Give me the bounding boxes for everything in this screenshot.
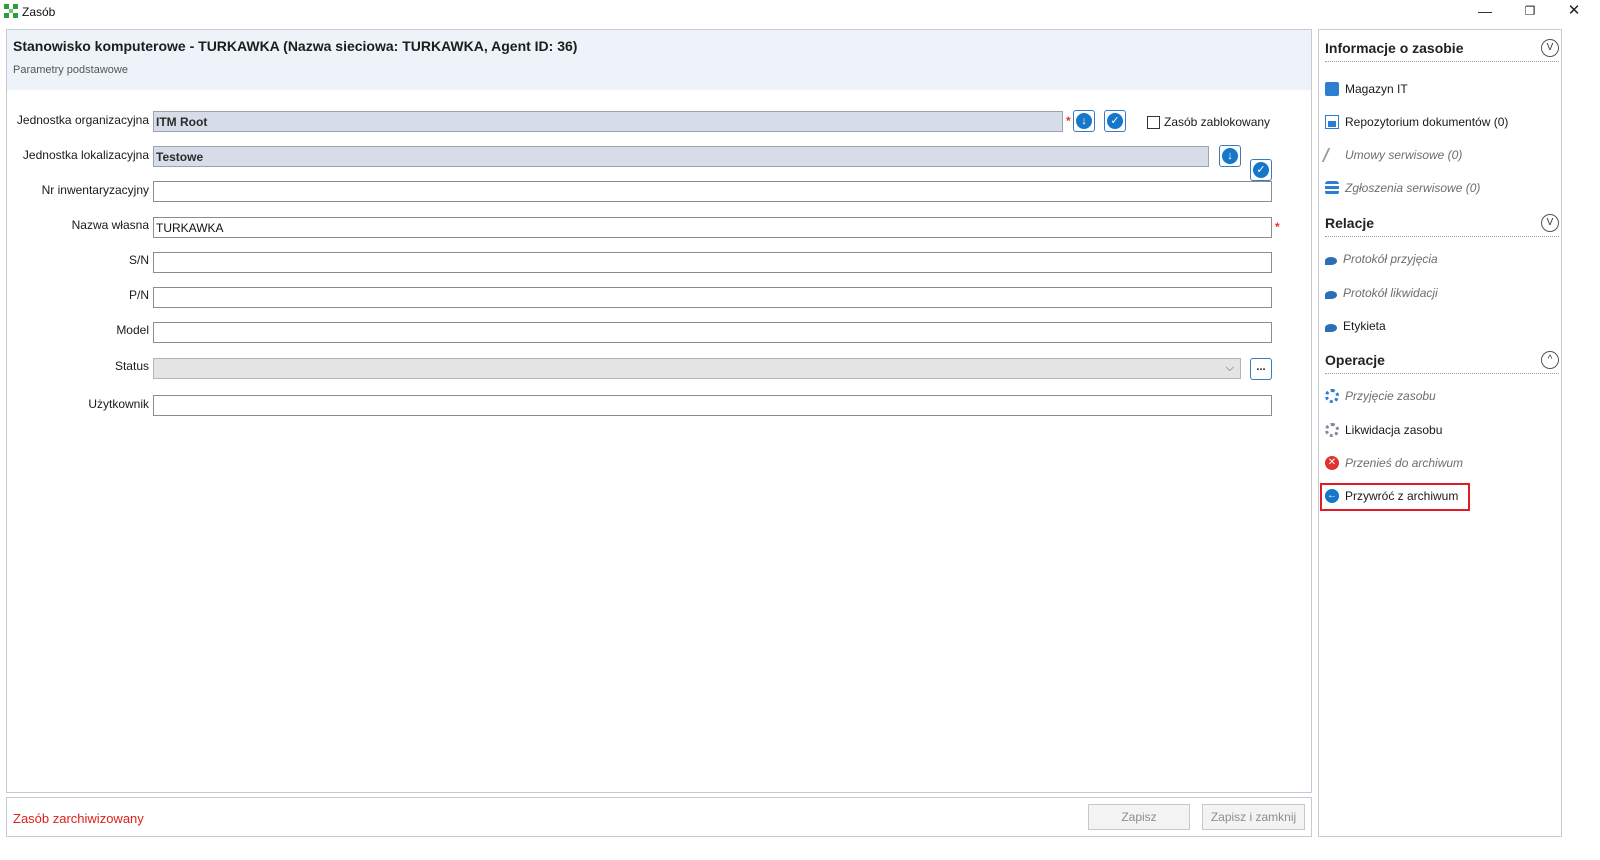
side-item-documents[interactable]: Repozytorium dokumentów (0) — [1325, 112, 1508, 132]
model-label: Model — [116, 323, 149, 337]
side-item-move-to-archive[interactable]: ✕ Przenieś do archiwum — [1325, 453, 1463, 473]
part-no-label: P/N — [128, 288, 149, 302]
check-icon: ✓ — [1107, 113, 1123, 129]
side-item-label: Zgłoszenia serwisowe (0) — [1345, 181, 1481, 195]
location-unit-label: Jednostka lokalizacyjna — [22, 148, 149, 162]
side-item-label: Przenieś do archiwum — [1345, 456, 1464, 470]
serial-input[interactable] — [153, 252, 1272, 273]
side-item-accept-asset[interactable]: Przyjęcie zasobu — [1325, 386, 1436, 406]
model-input[interactable] — [153, 322, 1272, 343]
arrow-down-icon: ↓ — [1076, 113, 1092, 129]
side-item-liquidate-asset[interactable]: Likwidacja zasobu — [1325, 420, 1442, 440]
collapse-toggle-icon[interactable]: V — [1541, 214, 1559, 232]
own-name-input[interactable]: TURKAWKA — [153, 217, 1272, 238]
info-section-title: Informacje o zasobie — [1325, 40, 1464, 56]
locked-checkbox-row[interactable]: Zasób zablokowany — [1147, 115, 1270, 129]
close-button[interactable]: ✕ — [1552, 0, 1596, 24]
own-name-label: Nazwa własna — [71, 218, 149, 232]
info-section-header[interactable]: Informacje o zasobie V — [1325, 36, 1559, 62]
side-panel: Informacje o zasobie V Magazyn IT Repozy… — [1318, 29, 1562, 837]
side-item-label: Umowy serwisowe (0) — [1345, 148, 1463, 162]
serial-label: S/N — [128, 253, 149, 267]
arrow-down-icon: ↓ — [1222, 148, 1238, 164]
side-item-label: Repozytorium dokumentów (0) — [1345, 115, 1509, 129]
app-logo-icon — [4, 4, 18, 18]
archived-status-text: Zasób zarchiwizowany — [13, 811, 144, 826]
part-no-input[interactable] — [153, 287, 1272, 308]
chevron-down-icon: ⌵ — [1225, 362, 1234, 374]
org-unit-select-button[interactable]: ↓ — [1073, 110, 1095, 132]
bird-icon — [1325, 257, 1337, 265]
check-icon: ✓ — [1253, 162, 1269, 178]
warehouse-icon — [1325, 82, 1339, 96]
status-browse-button[interactable]: ... — [1250, 358, 1272, 380]
minimize-button[interactable]: — — [1463, 0, 1507, 24]
side-item-label-print[interactable]: Etykieta — [1325, 316, 1386, 336]
restore-button[interactable]: ❐ — [1508, 0, 1552, 24]
side-item-liquidation-protocol[interactable]: Protokół likwidacji — [1325, 283, 1438, 303]
location-unit-select-button[interactable]: ↓ — [1219, 145, 1241, 167]
operations-section-title: Operacje — [1325, 352, 1385, 368]
save-and-close-button[interactable]: Zapisz i zamknij — [1202, 804, 1305, 830]
bird-icon — [1325, 324, 1337, 332]
org-unit-confirm-button[interactable]: ✓ — [1104, 110, 1126, 132]
user-label: Użytkownik — [88, 397, 149, 411]
close-circle-icon: ✕ — [1325, 456, 1339, 470]
location-unit-field[interactable]: Testowe — [153, 146, 1209, 167]
user-input[interactable] — [153, 395, 1272, 416]
inventory-no-label: Nr inwentaryzacyjny — [41, 183, 149, 197]
own-name-required-marker: * — [1275, 220, 1280, 234]
org-unit-label: Jednostka organizacyjna — [16, 113, 149, 127]
page-title: Stanowisko komputerowe - TURKAWKA (Nazwa… — [13, 38, 578, 54]
form-footer: Zasób zarchiwizowany Zapisz Zapisz i zam… — [6, 797, 1312, 837]
status-select[interactable]: ⌵ — [153, 358, 1241, 379]
org-unit-required-marker: * — [1066, 114, 1071, 128]
side-item-label: Magazyn IT — [1345, 82, 1408, 96]
asset-form-panel: Stanowisko komputerowe - TURKAWKA (Nazwa… — [6, 29, 1312, 793]
document-icon — [1325, 115, 1339, 129]
relations-section-header[interactable]: Relacje V — [1325, 211, 1559, 237]
gear-icon — [1325, 389, 1339, 403]
expand-toggle-icon[interactable]: ^ — [1541, 351, 1559, 369]
side-item-label: Likwidacja zasobu — [1345, 423, 1443, 437]
relations-section-title: Relacje — [1325, 215, 1375, 231]
side-item-service-contracts[interactable]: Umowy serwisowe (0) — [1321, 145, 1463, 165]
side-item-service-requests[interactable]: Zgłoszenia serwisowe (0) — [1325, 178, 1480, 198]
side-item-label: Protokół przyjęcia — [1343, 252, 1438, 266]
pen-icon — [1321, 148, 1343, 162]
gear-icon — [1325, 423, 1339, 437]
page-subtitle: Parametry podstawowe — [13, 64, 128, 76]
status-label: Status — [114, 359, 149, 373]
side-item-warehouse[interactable]: Magazyn IT — [1325, 79, 1408, 99]
stack-icon — [1325, 181, 1339, 195]
restore-highlight-frame — [1320, 483, 1470, 511]
inventory-no-input[interactable] — [153, 181, 1272, 202]
side-item-acceptance-protocol[interactable]: Protokół przyjęcia — [1325, 249, 1438, 269]
side-item-label: Etykieta — [1343, 319, 1386, 333]
form-header: Stanowisko komputerowe - TURKAWKA (Nazwa… — [7, 30, 1311, 90]
locked-checkbox[interactable] — [1147, 115, 1160, 129]
window-title-bar: Zasób — ❐ ✕ — [0, 0, 1600, 24]
bird-icon — [1325, 291, 1337, 299]
locked-checkbox-label: Zasób zablokowany — [1164, 115, 1271, 129]
org-unit-field[interactable]: ITM Root — [153, 111, 1063, 132]
save-button[interactable]: Zapisz — [1088, 804, 1190, 830]
collapse-toggle-icon[interactable]: V — [1541, 39, 1559, 57]
side-item-label: Protokół likwidacji — [1343, 286, 1438, 300]
side-item-label: Przyjęcie zasobu — [1345, 389, 1436, 403]
operations-section-header[interactable]: Operacje ^ — [1325, 348, 1559, 374]
location-unit-confirm-button[interactable]: ✓ — [1250, 159, 1272, 181]
window-title: Zasób — [22, 5, 56, 19]
